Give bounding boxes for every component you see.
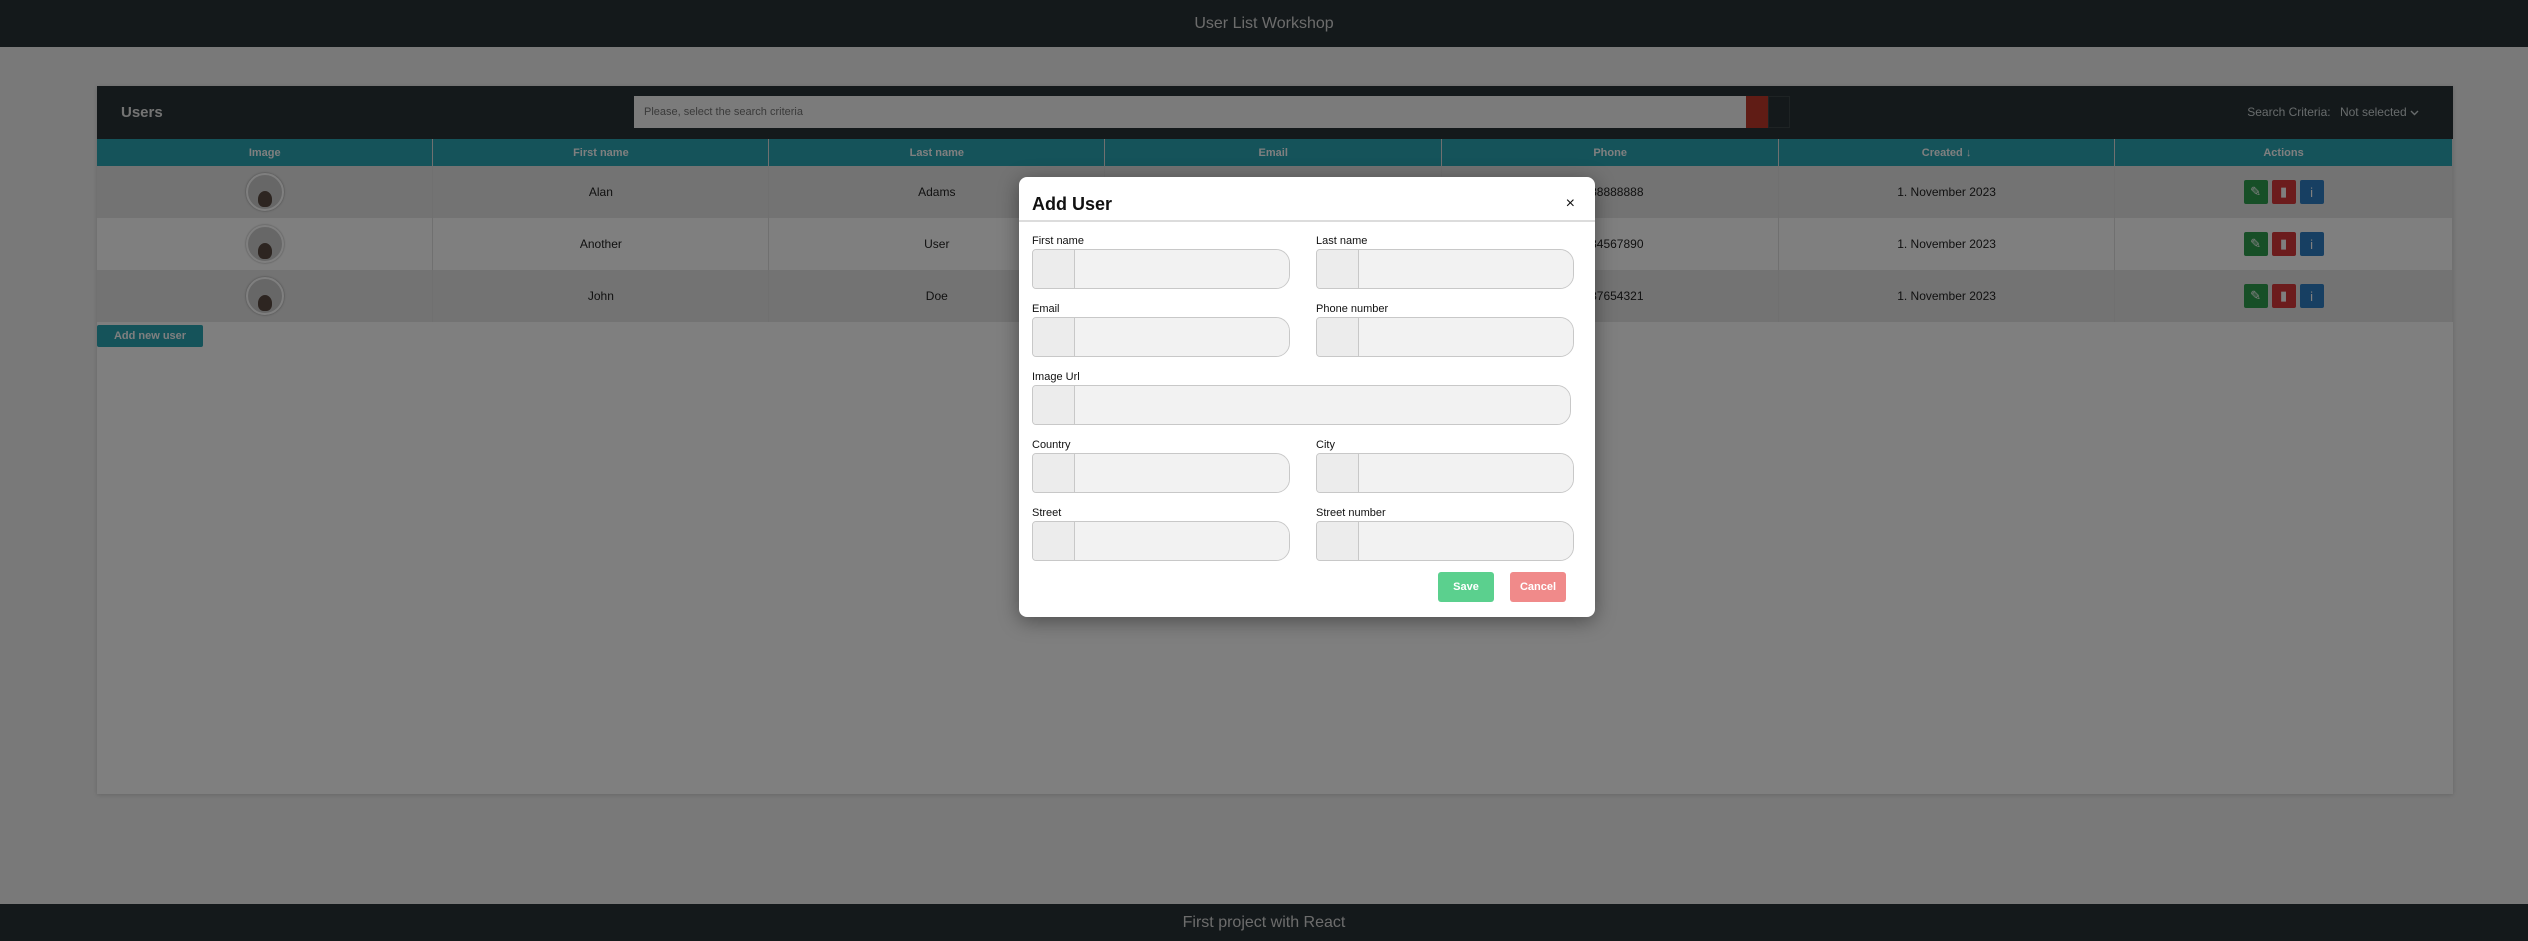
street-number-label: Street number — [1316, 507, 1386, 519]
first-name-prefix-icon — [1033, 250, 1075, 288]
email-prefix-icon — [1033, 318, 1075, 356]
street-label: Street — [1032, 507, 1062, 519]
image-url-input[interactable] — [1075, 386, 1570, 424]
modal-divider — [1019, 220, 1595, 222]
first-name-label: First name — [1032, 235, 1084, 247]
email-field: Email — [1032, 303, 1290, 357]
country-input[interactable] — [1075, 454, 1289, 492]
city-prefix-icon — [1317, 454, 1359, 492]
street-input[interactable] — [1075, 522, 1289, 560]
street-number-input[interactable] — [1359, 522, 1573, 560]
country-field: Country — [1032, 439, 1290, 493]
email-label: Email — [1032, 303, 1060, 315]
image-url-field: Image Url — [1032, 371, 1571, 425]
city-label: City — [1316, 439, 1335, 451]
save-button[interactable]: Save — [1438, 572, 1494, 602]
first-name-field: First name — [1032, 235, 1290, 289]
first-name-input[interactable] — [1075, 250, 1289, 288]
image-url-label: Image Url — [1032, 371, 1080, 383]
street-number-prefix-icon — [1317, 522, 1359, 560]
image-url-prefix-icon — [1033, 386, 1075, 424]
phone-field: Phone number — [1316, 303, 1574, 357]
street-number-field: Street number — [1316, 507, 1574, 561]
email-input[interactable] — [1075, 318, 1289, 356]
city-input[interactable] — [1359, 454, 1573, 492]
add-user-modal: Add User × First name Last name Email Ph… — [1019, 177, 1595, 617]
last-name-label: Last name — [1316, 235, 1368, 247]
close-icon[interactable]: × — [1566, 195, 1575, 213]
country-label: Country — [1032, 439, 1071, 451]
last-name-input[interactable] — [1359, 250, 1573, 288]
street-field: Street — [1032, 507, 1290, 561]
phone-input[interactable] — [1359, 318, 1573, 356]
last-name-prefix-icon — [1317, 250, 1359, 288]
country-prefix-icon — [1033, 454, 1075, 492]
phone-label: Phone number — [1316, 303, 1389, 315]
city-field: City — [1316, 439, 1574, 493]
cancel-button[interactable]: Cancel — [1510, 572, 1566, 602]
modal-title: Add User — [1032, 194, 1113, 214]
last-name-field: Last name — [1316, 235, 1574, 289]
street-prefix-icon — [1033, 522, 1075, 560]
phone-prefix-icon — [1317, 318, 1359, 356]
